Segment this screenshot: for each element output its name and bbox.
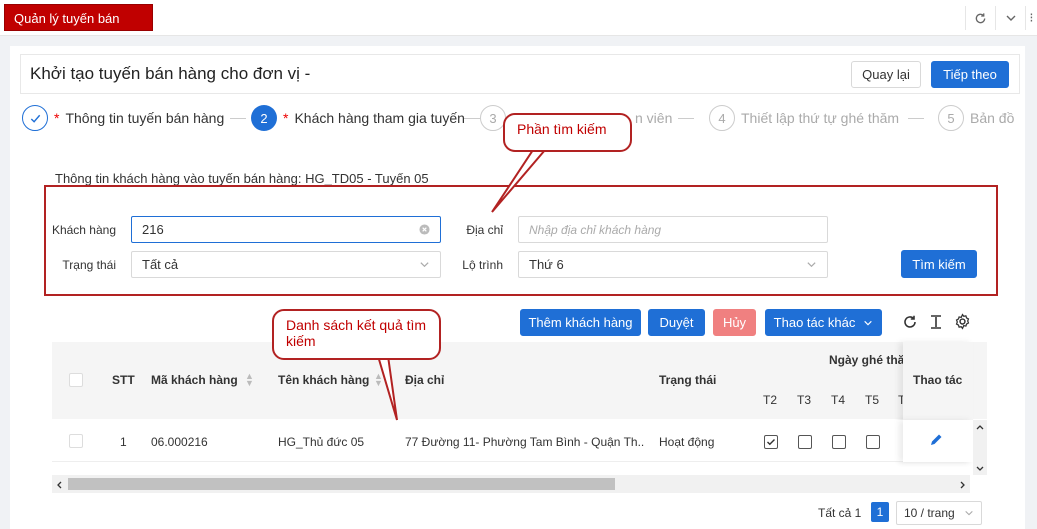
callout-pointers bbox=[364, 147, 556, 421]
search-callout: Phần tìm kiếm bbox=[503, 113, 632, 152]
results-callout: Danh sách kết quả tìm kiếm bbox=[272, 309, 441, 360]
